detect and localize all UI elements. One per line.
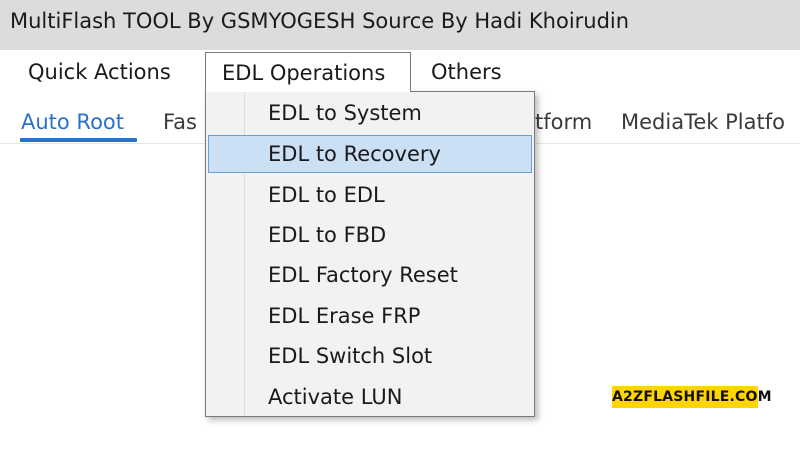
menu-item-edl-to-edl[interactable]: EDL to EDL bbox=[208, 176, 532, 214]
menu-item-edl-to-recovery[interactable]: EDL to Recovery bbox=[208, 135, 532, 173]
title-bar: MultiFlash TOOL By GSMYOGESH Source By H… bbox=[0, 0, 800, 50]
tab-fastboot[interactable]: Fas bbox=[163, 104, 197, 140]
menu-others[interactable]: Others bbox=[421, 52, 512, 92]
tab-mediatek-platform[interactable]: MediaTek Platfo bbox=[621, 104, 785, 140]
menu-item-edl-erase-frp[interactable]: EDL Erase FRP bbox=[208, 297, 532, 335]
tab-auto-root[interactable]: Auto Root bbox=[21, 104, 124, 140]
menu-edl-operations[interactable]: EDL Operations bbox=[205, 52, 411, 92]
active-tab-indicator bbox=[20, 138, 137, 142]
menu-item-edl-to-fbd[interactable]: EDL to FBD bbox=[208, 216, 532, 254]
tab-platform[interactable]: tform bbox=[535, 104, 592, 140]
menu-item-edl-factory-reset[interactable]: EDL Factory Reset bbox=[208, 256, 532, 294]
watermark-logo: A2ZFLASHFILE.COM bbox=[612, 386, 772, 408]
menu-item-edl-switch-slot[interactable]: EDL Switch Slot bbox=[208, 337, 532, 375]
window-title: MultiFlash TOOL By GSMYOGESH Source By H… bbox=[10, 9, 630, 33]
menu-item-activate-lun[interactable]: Activate LUN bbox=[208, 378, 532, 416]
menu-quick-actions[interactable]: Quick Actions bbox=[18, 52, 181, 92]
menu-item-edl-to-system[interactable]: EDL to System bbox=[208, 94, 532, 132]
edl-operations-dropdown: EDL to System EDL to Recovery EDL to EDL… bbox=[205, 91, 535, 417]
